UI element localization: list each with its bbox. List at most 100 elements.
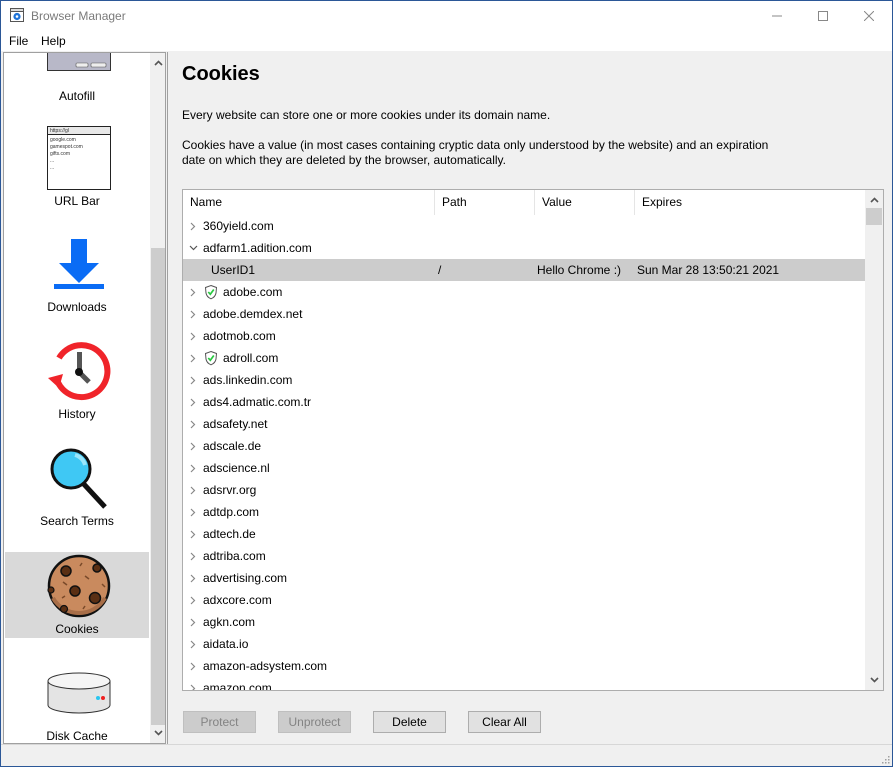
chevron-right-icon[interactable]: [188, 655, 198, 677]
domain-name: adroll.com: [223, 351, 279, 365]
menu-file[interactable]: File: [9, 34, 28, 48]
sidebar-list: Autofill https://gl google.com gamespot.…: [4, 53, 150, 743]
chevron-right-icon[interactable]: [188, 369, 198, 391]
column-header-expires[interactable]: Expires: [634, 190, 864, 215]
sidebar-label: History: [58, 407, 96, 421]
unprotect-button[interactable]: Unprotect: [278, 711, 351, 733]
tree-row-domain[interactable]: adroll.com: [183, 347, 865, 369]
maximize-button[interactable]: [800, 1, 846, 31]
tree-row-domain[interactable]: adtdp.com: [183, 501, 865, 523]
tree-row-domain[interactable]: adscale.de: [183, 435, 865, 457]
tree-scrollbar[interactable]: [865, 190, 883, 690]
menu-help[interactable]: Help: [41, 34, 66, 48]
chevron-right-icon[interactable]: [188, 391, 198, 413]
sidebar-label: Downloads: [47, 300, 107, 314]
tree-row-domain[interactable]: agkn.com: [183, 611, 865, 633]
chevron-right-icon[interactable]: [188, 215, 198, 237]
chevron-right-icon[interactable]: [188, 303, 198, 325]
tree-row-domain[interactable]: amazon-adsystem.com: [183, 655, 865, 677]
scrollbar-thumb[interactable]: [151, 248, 165, 725]
domain-name: adobe.demdex.net: [203, 307, 303, 321]
chevron-right-icon[interactable]: [188, 325, 198, 347]
column-header-value[interactable]: Value: [534, 190, 634, 215]
autofill-form-icon: [47, 53, 111, 71]
delete-button[interactable]: Delete: [373, 711, 446, 733]
tree-row-domain[interactable]: adtriba.com: [183, 545, 865, 567]
domain-name: ads.linkedin.com: [203, 373, 293, 387]
protected-shield-icon: [203, 350, 219, 366]
tree-row-domain[interactable]: adotmob.com: [183, 325, 865, 347]
tree-row-domain[interactable]: aidata.io: [183, 633, 865, 655]
sidebar-item-cookies[interactable]: Cookies: [5, 552, 149, 638]
chevron-right-icon[interactable]: [188, 567, 198, 589]
scroll-down-button[interactable]: [865, 672, 883, 688]
sidebar-label: Cookies: [55, 622, 99, 636]
sidebar-item-search-terms[interactable]: Search Terms: [5, 439, 149, 528]
chevron-up-icon: [869, 197, 879, 203]
chevron-right-icon[interactable]: [188, 611, 198, 633]
scroll-up-button[interactable]: [865, 192, 883, 208]
chevron-right-icon[interactable]: [188, 677, 198, 690]
tree-row-cookie[interactable]: UserID1 / Hello Chrome :) Sun Mar 28 13:50:…: [183, 259, 865, 281]
main-panel: Cookies Every website can store one or m…: [167, 52, 892, 744]
cookie-path: /: [438, 263, 442, 277]
tree-row-domain[interactable]: adsrvr.org: [183, 479, 865, 501]
tree-row-domain[interactable]: amazon.com: [183, 677, 865, 690]
protect-button[interactable]: Protect: [183, 711, 256, 733]
resize-grip-icon[interactable]: [880, 754, 890, 764]
minimize-button[interactable]: [754, 1, 800, 31]
tree-row-domain[interactable]: adtech.de: [183, 523, 865, 545]
close-button[interactable]: [846, 1, 892, 31]
sidebar-item-history[interactable]: History: [5, 332, 149, 421]
cookie-expires: Sun Mar 28 13:50:21 2021: [637, 263, 780, 277]
tree-row-domain[interactable]: adobe.demdex.net: [183, 303, 865, 325]
minimize-icon: [772, 15, 782, 17]
app-gear-icon: [10, 8, 24, 22]
url-preview: https://gl: [48, 127, 110, 135]
chevron-right-icon[interactable]: [188, 523, 198, 545]
cookie-icon: [47, 554, 111, 618]
description-expiration: Cookies have a value (in most cases cont…: [182, 138, 769, 167]
tree-row-domain[interactable]: adfarm1.adition.com: [183, 237, 865, 259]
menu-bar: File Help: [1, 31, 892, 51]
chevron-down-icon[interactable]: [188, 237, 198, 259]
url-preview-entry: gifts.com: [50, 151, 71, 157]
tree-row-domain[interactable]: 360yield.com: [183, 215, 865, 237]
tree-row-domain[interactable]: ads4.admatic.com.tr: [183, 391, 865, 413]
column-header-name[interactable]: Name: [183, 190, 434, 215]
chevron-right-icon[interactable]: [188, 281, 198, 303]
chevron-right-icon[interactable]: [188, 413, 198, 435]
clear-all-button[interactable]: Clear All: [468, 711, 541, 733]
sidebar-item-autofill[interactable]: Autofill: [5, 53, 149, 107]
scroll-up-button[interactable]: [150, 55, 165, 71]
sidebar-item-disk-cache[interactable]: Disk Cache: [5, 653, 149, 743]
domain-name: aidata.io: [203, 637, 249, 651]
domain-name: adfarm1.adition.com: [203, 241, 312, 255]
chevron-right-icon[interactable]: [188, 347, 198, 369]
chevron-right-icon[interactable]: [188, 545, 198, 567]
sidebar-item-downloads[interactable]: Downloads: [5, 225, 149, 314]
tree-row-domain[interactable]: ads.linkedin.com: [183, 369, 865, 391]
sidebar-item-url-bar[interactable]: https://gl google.com gamespot.com gifts…: [5, 119, 149, 208]
chevron-right-icon[interactable]: [188, 589, 198, 611]
tree-row-domain[interactable]: adobe.com: [183, 281, 865, 303]
domain-name: adtdp.com: [203, 505, 260, 519]
column-header-path[interactable]: Path: [434, 190, 534, 215]
chevron-right-icon[interactable]: [188, 479, 198, 501]
download-arrow-icon: [54, 239, 104, 289]
sidebar-scrollbar[interactable]: [150, 53, 165, 743]
tree-row-domain[interactable]: adxcore.com: [183, 589, 865, 611]
tree-row-domain[interactable]: adsafety.net: [183, 413, 865, 435]
chevron-right-icon[interactable]: [188, 501, 198, 523]
tree-header: Name Path Value Expires: [183, 190, 865, 215]
scrollbar-thumb[interactable]: [866, 208, 882, 225]
domain-name: ads4.admatic.com.tr: [203, 395, 312, 409]
disk-drive-icon: [47, 672, 111, 714]
chevron-right-icon[interactable]: [188, 435, 198, 457]
tree-row-domain[interactable]: advertising.com: [183, 567, 865, 589]
tree-row-domain[interactable]: adscience.nl: [183, 457, 865, 479]
chevron-right-icon[interactable]: [188, 457, 198, 479]
cookie-tree[interactable]: Name Path Value Expires 360yield.com adfa…: [182, 189, 884, 691]
chevron-right-icon[interactable]: [188, 633, 198, 655]
scroll-down-button[interactable]: [150, 725, 165, 741]
